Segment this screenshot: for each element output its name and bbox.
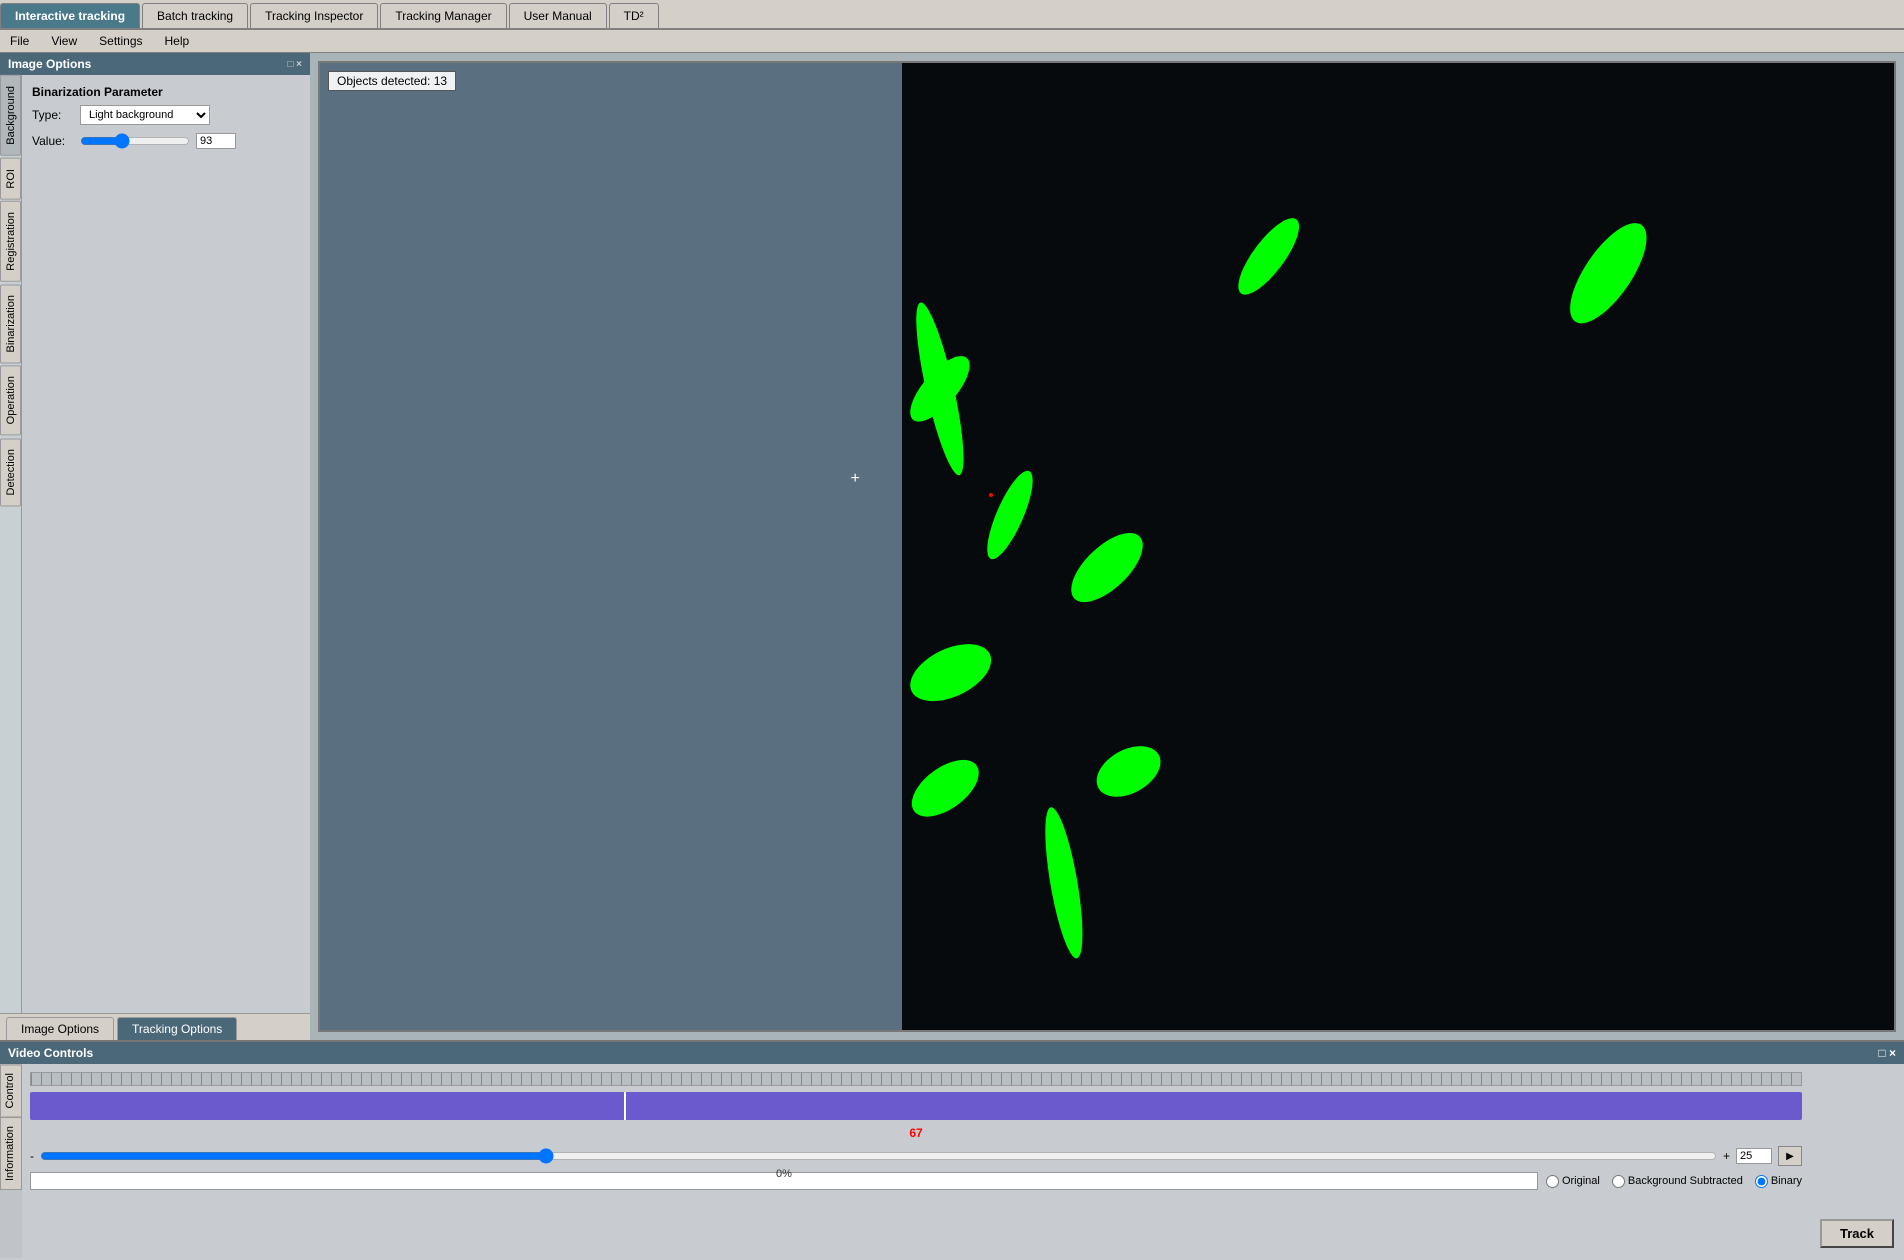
speed-minus-label: - bbox=[30, 1149, 34, 1163]
progress-bar: 0% bbox=[30, 1172, 1538, 1190]
image-options-panel-header: Image Options □ × bbox=[0, 53, 310, 75]
timeline-cursor bbox=[624, 1092, 626, 1120]
sidebar-tabs: Background ROI Registration Binarization… bbox=[0, 75, 22, 1013]
radio-bg-subtracted-label[interactable]: Background Subtracted bbox=[1612, 1175, 1743, 1188]
tab-tracking-options[interactable]: Tracking Options bbox=[117, 1017, 237, 1040]
vc-side-tabs: Control Information bbox=[0, 1064, 22, 1258]
timeline-bar[interactable] bbox=[30, 1092, 1802, 1120]
view-mode-radio-group: Original Background Subtracted Binary bbox=[1546, 1175, 1802, 1188]
left-panel-bottom-tabs: Image Options Tracking Options bbox=[0, 1013, 310, 1040]
panel-main-content: Binarization Parameter Type: Light backg… bbox=[22, 75, 310, 1013]
vc-tab-information[interactable]: Information bbox=[0, 1117, 22, 1190]
tab-user-manual[interactable]: User Manual bbox=[509, 3, 607, 28]
value-label: Value: bbox=[32, 134, 72, 148]
tracking-svg bbox=[320, 63, 1894, 1030]
timeline-bar-container[interactable] bbox=[30, 1092, 1802, 1120]
binarization-label: Binarization Parameter bbox=[32, 85, 300, 99]
playback-slider[interactable] bbox=[40, 1149, 1717, 1163]
radio-original[interactable] bbox=[1546, 1175, 1559, 1188]
video-frame[interactable]: Objects detected: 13 + bbox=[318, 61, 1896, 1032]
radio-binary[interactable] bbox=[1755, 1175, 1768, 1188]
sidebar-tab-operation[interactable]: Operation bbox=[0, 365, 21, 435]
type-select[interactable]: Light background Dark background bbox=[80, 105, 210, 125]
value-slider[interactable] bbox=[80, 134, 190, 148]
objects-detected-badge: Objects detected: 13 bbox=[328, 71, 456, 91]
tab-tracking-inspector[interactable]: Tracking Inspector bbox=[250, 3, 378, 28]
radio-bg-subtracted[interactable] bbox=[1612, 1175, 1625, 1188]
radio-binary-label[interactable]: Binary bbox=[1755, 1175, 1802, 1188]
menu-bar: File View Settings Help bbox=[0, 30, 1904, 53]
panel-header-icons[interactable]: □ × bbox=[287, 59, 302, 70]
video-controls-header: Video Controls □ × bbox=[0, 1042, 1904, 1064]
progress-text: 0% bbox=[776, 1168, 792, 1180]
menu-view[interactable]: View bbox=[45, 32, 83, 50]
content-area: Objects detected: 13 + bbox=[310, 53, 1904, 1040]
playback-controls: - + ▶ bbox=[30, 1146, 1802, 1166]
video-controls-section: Video Controls □ × Control Information 6… bbox=[0, 1040, 1904, 1260]
left-panel: Image Options □ × Background ROI Registr… bbox=[0, 53, 310, 1040]
tab-tracking-manager[interactable]: Tracking Manager bbox=[380, 3, 506, 28]
sidebar-tab-detection[interactable]: Detection bbox=[0, 438, 21, 506]
sidebar-tab-background[interactable]: Background bbox=[0, 75, 21, 156]
play-button[interactable]: ▶ bbox=[1778, 1146, 1802, 1166]
speed-plus-label: + bbox=[1723, 1149, 1730, 1163]
vc-main: 67 - + ▶ 0% Original bbox=[22, 1064, 1810, 1258]
vc-tab-control[interactable]: Control bbox=[0, 1064, 22, 1117]
sidebar-tab-binarization[interactable]: Binarization bbox=[0, 284, 21, 363]
menu-file[interactable]: File bbox=[4, 32, 35, 50]
menu-help[interactable]: Help bbox=[159, 32, 196, 50]
value-spinbox[interactable] bbox=[200, 135, 228, 147]
video-controls-title: Video Controls bbox=[8, 1046, 93, 1060]
tab-td2[interactable]: TD² bbox=[609, 3, 659, 28]
tab-interactive-tracking[interactable]: Interactive tracking bbox=[0, 3, 140, 28]
main-tab-bar: Interactive tracking Batch tracking Trac… bbox=[0, 0, 1904, 30]
sidebar-tab-registration[interactable]: Registration bbox=[0, 201, 21, 282]
image-options-title: Image Options bbox=[8, 57, 91, 71]
type-label: Type: bbox=[32, 108, 72, 122]
timeline-ruler bbox=[30, 1072, 1802, 1086]
video-controls-icons[interactable]: □ × bbox=[1878, 1046, 1896, 1060]
timeline-position: 67 bbox=[30, 1126, 1802, 1140]
track-button[interactable]: Track bbox=[1820, 1219, 1894, 1248]
tab-image-options[interactable]: Image Options bbox=[6, 1017, 114, 1040]
sidebar-tab-roi[interactable]: ROI bbox=[0, 158, 21, 200]
speed-input[interactable] bbox=[1736, 1148, 1772, 1164]
radio-original-label[interactable]: Original bbox=[1546, 1175, 1600, 1188]
menu-settings[interactable]: Settings bbox=[93, 32, 148, 50]
tab-batch-tracking[interactable]: Batch tracking bbox=[142, 3, 248, 28]
